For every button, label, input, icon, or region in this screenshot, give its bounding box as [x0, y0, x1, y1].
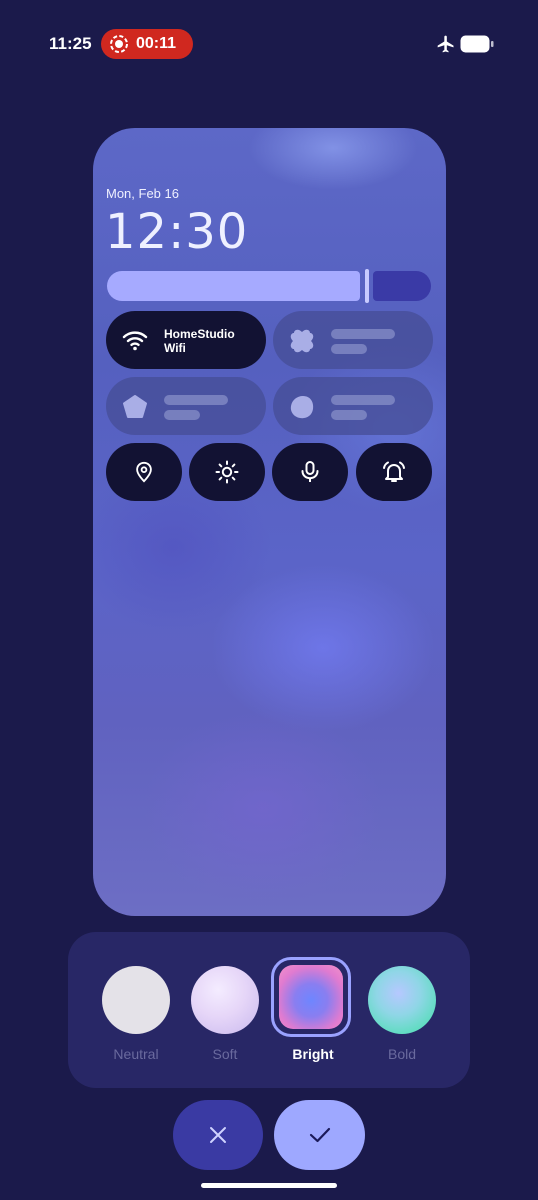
location-tile [106, 443, 182, 501]
wifi-icon [122, 331, 148, 351]
brightness-handle [365, 269, 369, 303]
wifi-label: Wifi [164, 341, 186, 355]
home-indicator[interactable] [201, 1183, 337, 1188]
check-icon [309, 1127, 330, 1143]
placeholder-line [331, 329, 395, 339]
close-icon [210, 1127, 226, 1143]
wifi-tile: HomeStudio Wifi [106, 311, 266, 369]
record-icon [110, 35, 128, 53]
style-picker: Neutral Soft Bright Bold [68, 932, 470, 1088]
placeholder-tile [106, 377, 266, 435]
microphone-icon [301, 461, 319, 482]
swatch-neutral[interactable] [102, 966, 170, 1034]
location-pin-icon [136, 461, 152, 483]
alarm-icon [383, 461, 405, 482]
placeholder-line [164, 395, 228, 405]
placeholder-line [164, 410, 200, 420]
swatch-bold[interactable] [368, 966, 436, 1034]
wifi-network-name: HomeStudio [164, 327, 235, 341]
swatch-label-neutral: Neutral [113, 1046, 159, 1062]
cancel-button[interactable] [173, 1100, 263, 1170]
screen-recording-indicator[interactable]: 00:11 [101, 29, 193, 59]
pentagon-shape-icon [123, 395, 147, 418]
microphone-tile [272, 443, 348, 501]
brightness-tile [189, 443, 265, 501]
blob-shape-icon [290, 396, 314, 419]
clover-shape-icon [290, 329, 314, 353]
placeholder-line [331, 410, 367, 420]
recording-time: 00:11 [136, 35, 177, 52]
preview-clock: 12:30 [105, 204, 249, 260]
placeholder-tile [273, 311, 433, 369]
swatch-label-soft: Soft [212, 1046, 238, 1062]
swatch-label-bright: Bright [292, 1046, 334, 1062]
preview-date: Mon, Feb 16 [106, 186, 179, 201]
swatch-label-bold: Bold [387, 1046, 417, 1062]
placeholder-tile [273, 377, 433, 435]
theme-preview: Mon, Feb 16 12:30 HomeStudio Wifi [93, 128, 446, 916]
battery-icon [460, 35, 494, 53]
brightness-fill [107, 271, 360, 301]
swatch-bright[interactable] [279, 965, 343, 1029]
brightness-slider [107, 269, 431, 303]
status-time: 11:25 [49, 34, 92, 53]
apply-button[interactable] [274, 1100, 365, 1170]
airplane-icon [437, 35, 454, 53]
placeholder-line [331, 395, 395, 405]
brightness-icon [215, 460, 239, 484]
swatch-soft[interactable] [191, 966, 259, 1034]
placeholder-line [331, 344, 367, 354]
alarm-tile [356, 443, 432, 501]
brightness-track [373, 271, 431, 301]
